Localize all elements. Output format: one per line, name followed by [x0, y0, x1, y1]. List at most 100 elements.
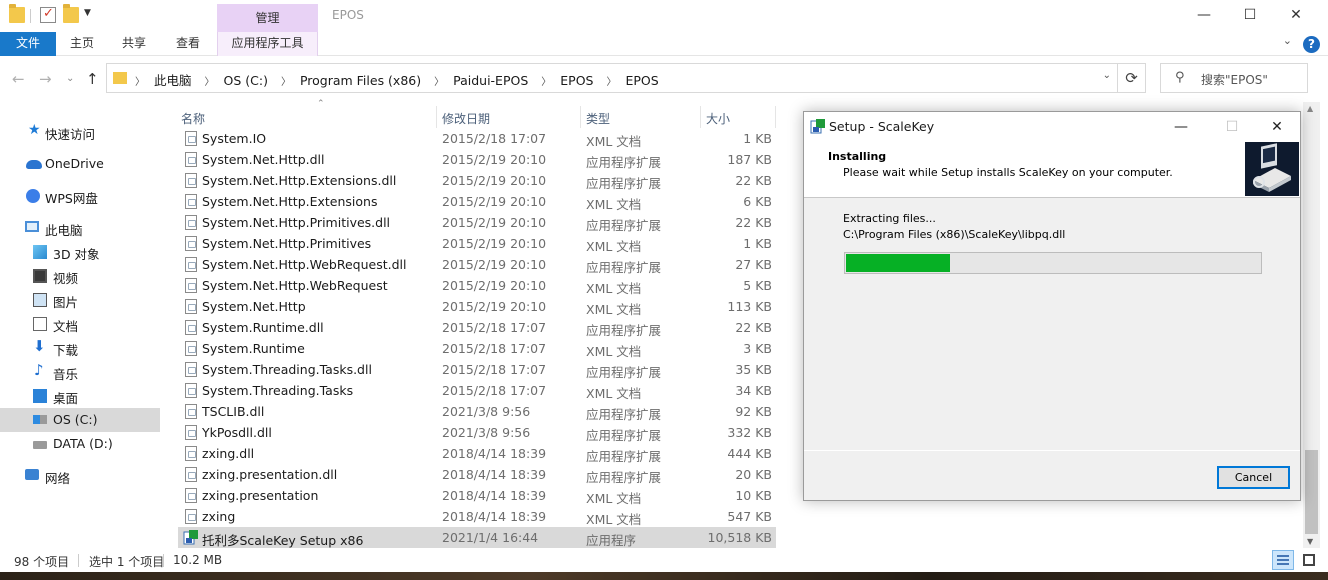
file-size: 113 KB [727, 299, 772, 314]
sidebar-item-music[interactable]: ♪ 音乐 [0, 361, 160, 383]
dialog-title-bar: Setup - ScaleKey — ☐ ✕ [804, 112, 1300, 142]
forward-button[interactable]: → [39, 70, 52, 88]
search-input[interactable]: ⚲ 搜索"EPOS" [1160, 63, 1308, 93]
tab-home[interactable]: 主页 [58, 32, 106, 56]
sidebar-item-documents[interactable]: 文档 [0, 313, 160, 335]
manage-tab[interactable]: 管理 [217, 4, 318, 32]
table-row[interactable]: System.Net.Http.Extensions.dll 2015/2/19 … [178, 170, 776, 191]
sidebar-item-label: 文档 [53, 319, 79, 334]
sidebar-item-onedrive[interactable]: OneDrive [0, 153, 160, 175]
tab-app-tools[interactable]: 应用程序工具 [217, 32, 318, 56]
table-row[interactable]: TSCLIB.dll 2021/3/8 9:56 应用程序扩展 92 KB [178, 401, 776, 422]
properties-icon[interactable] [40, 6, 56, 23]
window-title: EPOS [332, 8, 364, 22]
scroll-up-icon[interactable]: ▲ [1307, 104, 1313, 113]
address-bar[interactable]: 〉此电脑 〉 OS (C:) 〉 Program Files (x86) 〉 Paid… [106, 63, 1118, 93]
sidebar-item-pictures[interactable]: 图片 [0, 289, 160, 311]
breadcrumb-item[interactable]: EPOS [560, 73, 593, 88]
file-size: 27 KB [735, 257, 772, 272]
table-row[interactable]: System.Net.Http.Primitives.dll 2015/2/19 … [178, 212, 776, 233]
file-date: 2015/2/18 17:07 [442, 320, 547, 335]
sidebar-item-downloads[interactable]: ⬇ 下载 [0, 337, 160, 359]
file-date: 2015/2/19 20:10 [442, 299, 547, 314]
file-icon [185, 299, 197, 314]
column-divider[interactable] [436, 106, 437, 128]
refresh-button[interactable]: ⟳ [1118, 63, 1146, 93]
breadcrumb-item[interactable]: OS (C:) [224, 73, 268, 88]
chevron-right-icon[interactable]: 〉 [281, 77, 291, 88]
table-row[interactable]: System.Net.Http.dll 2015/2/19 20:10 应用程序扩展… [178, 149, 776, 170]
table-row[interactable]: System.Runtime 2015/2/18 17:07 XML 文档 3 KB [178, 338, 776, 359]
sidebar-item-3d-objects[interactable]: 3D 对象 [0, 241, 160, 263]
recent-locations-button[interactable]: ⌄ [66, 73, 74, 84]
chevron-right-icon[interactable]: 〉 [541, 77, 551, 88]
chevron-right-icon[interactable]: 〉 [606, 77, 616, 88]
back-button[interactable]: ← [12, 70, 25, 88]
table-row[interactable]: System.Threading.Tasks.dll 2015/2/18 17:0… [178, 359, 776, 380]
minimize-button[interactable]: — [1181, 0, 1227, 32]
column-divider[interactable] [775, 106, 776, 128]
sidebar-item-this-pc[interactable]: 此电脑 [0, 217, 160, 239]
sidebar-item-desktop[interactable]: 桌面 [0, 385, 160, 407]
sidebar-item-wps[interactable]: WPS网盘 [0, 185, 160, 207]
sidebar-item-network[interactable]: 网络 [0, 465, 160, 487]
chevron-down-icon[interactable]: ⌄ [1103, 70, 1111, 81]
tab-file[interactable]: 文件 [0, 32, 56, 56]
table-row[interactable]: 托利多ScaleKey Setup x86 2021/1/4 16:44 应用程序 1… [178, 527, 776, 548]
close-button[interactable]: ✕ [1273, 0, 1319, 32]
vertical-scrollbar[interactable]: ▲ ▼ [1303, 102, 1320, 548]
help-icon[interactable]: ? [1303, 36, 1320, 53]
file-name: TSCLIB.dll [202, 404, 265, 419]
sidebar-item-label: 网络 [45, 471, 71, 486]
breadcrumb-item[interactable]: Paidui-EPOS [453, 73, 528, 88]
scrollbar-thumb[interactable] [1305, 450, 1318, 534]
dialog-minimize-button[interactable]: — [1158, 114, 1204, 140]
table-row[interactable]: System.Runtime.dll 2015/2/18 17:07 应用程序扩展 2… [178, 317, 776, 338]
file-size: 5 KB [743, 278, 772, 293]
breadcrumb-item[interactable]: Program Files (x86) [300, 73, 421, 88]
breadcrumb-item[interactable]: 此电脑 [154, 73, 192, 88]
sidebar-item-quick-access[interactable]: ★ 快速访问 [0, 121, 160, 143]
large-icons-view-button[interactable] [1298, 550, 1320, 570]
file-name: zxing.presentation.dll [202, 467, 338, 482]
chevron-right-icon[interactable]: 〉 [135, 77, 145, 88]
up-button[interactable]: ↑ [86, 70, 99, 88]
breadcrumb-item[interactable]: EPOS [625, 73, 658, 88]
tab-share[interactable]: 共享 [110, 32, 158, 56]
chevron-right-icon[interactable]: 〉 [205, 77, 215, 88]
table-row[interactable]: YkPosdll.dll 2021/3/8 9:56 应用程序扩展 332 KB [178, 422, 776, 443]
install-progress-bar [844, 252, 1262, 274]
file-type: 应用程序扩展 [586, 155, 662, 170]
table-row[interactable]: System.Net.Http 2015/2/19 20:10 XML 文档 113 … [178, 296, 776, 317]
sidebar-item-os-c[interactable]: OS (C:) [0, 408, 160, 432]
table-row[interactable]: System.Net.Http.Primitives 2015/2/19 20:1… [178, 233, 776, 254]
table-row[interactable]: System.Net.Http.WebRequest.dll 2015/2/19 … [178, 254, 776, 275]
customize-quick-access-icon[interactable]: ▼ [84, 8, 91, 18]
file-date: 2015/2/19 20:10 [442, 257, 547, 272]
table-row[interactable]: zxing.presentation.dll 2018/4/14 18:39 应用程… [178, 464, 776, 485]
table-row[interactable]: System.Threading.Tasks 2015/2/18 17:07 XML… [178, 380, 776, 401]
column-divider[interactable] [580, 106, 581, 128]
table-row[interactable]: System.Net.Http.Extensions 2015/2/19 20:1… [178, 191, 776, 212]
column-divider[interactable] [700, 106, 701, 128]
chevron-right-icon[interactable]: 〉 [434, 77, 444, 88]
table-row[interactable]: zxing.presentation 2018/4/14 18:39 XML 文档 1… [178, 485, 776, 506]
table-row[interactable]: zxing.dll 2018/4/14 18:39 应用程序扩展 444 KB [178, 443, 776, 464]
new-folder-icon[interactable] [63, 4, 79, 23]
tab-view[interactable]: 查看 [164, 32, 212, 56]
scroll-down-icon[interactable]: ▼ [1307, 537, 1313, 546]
file-type: 应用程序扩展 [586, 470, 662, 485]
maximize-button[interactable]: ☐ [1227, 0, 1273, 32]
cancel-button[interactable]: Cancel [1217, 466, 1290, 489]
file-size: 444 KB [727, 446, 772, 461]
details-view-button[interactable] [1272, 550, 1294, 570]
table-row[interactable]: System.Net.Http.WebRequest 2015/2/19 20:1… [178, 275, 776, 296]
sidebar-item-data-d[interactable]: DATA (D:) [0, 433, 160, 455]
table-row[interactable]: System.IO 2015/2/18 17:07 XML 文档 1 KB [178, 128, 776, 149]
file-icon [185, 215, 197, 230]
dialog-close-button[interactable]: ✕ [1254, 114, 1300, 140]
table-row[interactable]: zxing 2018/4/14 18:39 XML 文档 547 KB [178, 506, 776, 527]
sidebar-item-label: OneDrive [45, 156, 104, 171]
sidebar-item-videos[interactable]: 视频 [0, 265, 160, 287]
collapse-ribbon-icon[interactable]: ⌄ [1283, 34, 1292, 47]
